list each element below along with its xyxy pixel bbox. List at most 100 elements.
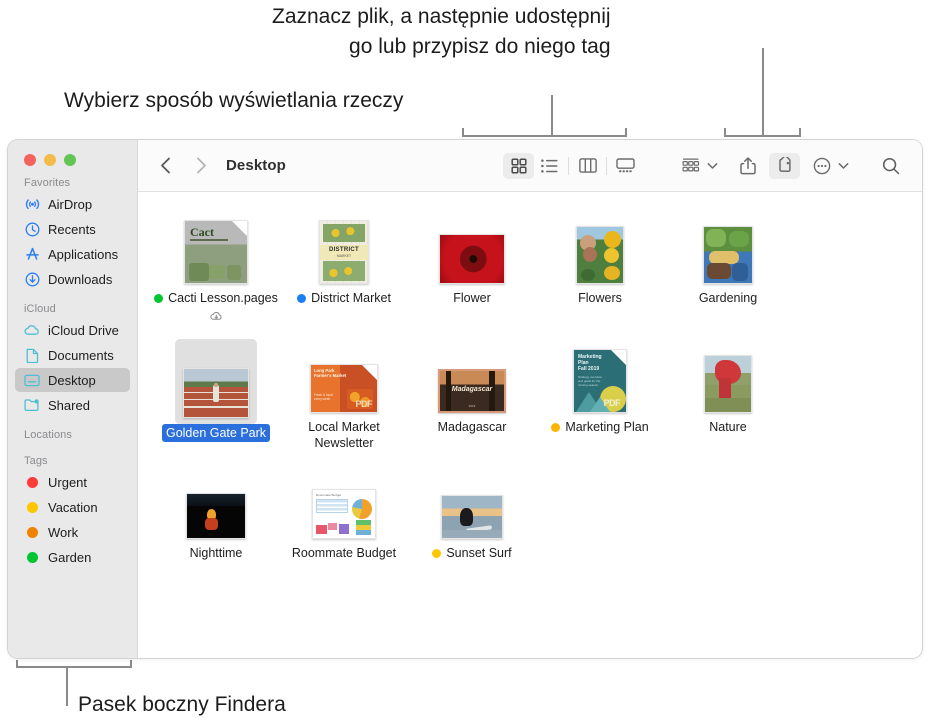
forward-button[interactable] [188, 153, 214, 179]
list-view-button[interactable] [534, 153, 565, 179]
file-name[interactable]: Flowers [578, 290, 622, 306]
column-view-button[interactable] [572, 153, 603, 179]
file-name[interactable]: Madagascar [438, 419, 507, 435]
group-by-button[interactable] [675, 153, 718, 179]
file-name-label: District Market [311, 291, 391, 305]
file-item[interactable]: DISTRICT MARKET District Market [280, 210, 408, 325]
leader-bottom-horizontal [16, 666, 132, 668]
zoom-button[interactable] [64, 154, 76, 166]
tags-button[interactable] [769, 152, 800, 179]
file-name-label: Flowers [578, 291, 622, 305]
close-button[interactable] [24, 154, 36, 166]
more-actions-button[interactable] [806, 153, 849, 179]
file-grid[interactable]: Cact Cacti Lesson.pages DISTRICT MARKET … [138, 192, 922, 658]
tag-dot-icon [24, 524, 40, 540]
sidebar-item-recents[interactable]: Recents [15, 217, 130, 241]
file-thumbnail[interactable] [703, 210, 753, 290]
sidebar-item-downloads[interactable]: Downloads [15, 267, 130, 291]
file-thumbnail[interactable]: Roommate Budget [312, 465, 376, 545]
minimize-button[interactable] [44, 154, 56, 166]
file-name-label: Nature [709, 420, 747, 434]
file-thumbnail[interactable]: Madagascar 2019 [438, 339, 506, 419]
icon-view-button[interactable] [503, 152, 534, 179]
sidebar-item-label: Applications [48, 246, 119, 262]
file-name[interactable]: Roommate Budget [292, 545, 396, 561]
sidebar-item-icloud-drive[interactable]: iCloud Drive [15, 318, 130, 342]
finder-toolbar: Desktop [138, 140, 922, 192]
sidebar-item-work[interactable]: Work [15, 520, 130, 544]
file-name-label: Roommate Budget [291, 546, 397, 560]
file-item[interactable]: Gardening [664, 210, 792, 325]
file-item[interactable]: Marketing Plan Fall 2019 Strategy overview… [536, 339, 664, 451]
sidebar-item-documents[interactable]: Documents [15, 343, 130, 367]
file-item[interactable]: Flower [408, 210, 536, 325]
sidebar-item-urgent[interactable]: Urgent [15, 470, 130, 494]
file-tag-dot-icon [551, 423, 561, 432]
file-thumbnail[interactable]: Marketing Plan Fall 2019 Strategy overview… [573, 339, 627, 419]
sidebar-item-label: Recents [48, 221, 96, 237]
file-item[interactable]: Madagascar 2019 Madagascar [408, 339, 536, 451]
file-name[interactable]: Flower [453, 290, 491, 306]
file-item[interactable]: Roommate Budget Roommate Budget [280, 465, 408, 561]
leader-bottom-vertical [66, 666, 68, 706]
file-thumbnail[interactable]: Cact [184, 210, 248, 290]
file-item[interactable]: Nature [664, 339, 792, 451]
file-item[interactable]: Golden Gate Park [152, 339, 280, 451]
sidebar-section-header-icloud: iCloud [24, 303, 56, 315]
sidebar-item-airdrop[interactable]: AirDrop [15, 192, 130, 216]
file-thumbnail[interactable] [439, 210, 505, 290]
path-title: Desktop [226, 157, 286, 174]
airdrop-icon [24, 196, 40, 212]
share-button[interactable] [732, 153, 763, 179]
gallery-view-button[interactable] [610, 153, 641, 179]
file-name[interactable]: Local Market Newsletter [282, 419, 406, 451]
file-tag-dot-icon [432, 549, 442, 558]
file-name-label: Local Market Newsletter [308, 420, 380, 450]
leader-bottom-tick-end [130, 660, 132, 668]
file-name[interactable]: Golden Gate Park [161, 424, 271, 442]
file-name[interactable]: Cacti Lesson.pages [154, 290, 278, 325]
sidebar-item-vacation[interactable]: Vacation [15, 495, 130, 519]
file-thumbnail[interactable] [186, 465, 246, 545]
file-name-label: Cacti Lesson.pages [168, 291, 278, 305]
file-item[interactable]: Nighttime [152, 465, 280, 561]
back-button[interactable] [152, 153, 178, 179]
file-name[interactable]: Marketing Plan [551, 419, 649, 435]
file-name[interactable]: Nighttime [190, 545, 243, 561]
file-thumbnail[interactable]: Long Park Farmer's Market Fresh & local ev… [310, 339, 378, 419]
file-name[interactable]: District Market [297, 290, 391, 306]
finder-main: Desktop Cact Cacti Lesson.pages DISTRICT… [138, 140, 922, 658]
file-name-label: Gardening [698, 291, 758, 305]
download-icon [24, 271, 40, 287]
file-item[interactable]: Flowers [536, 210, 664, 325]
file-item[interactable]: Long Park Farmer's Market Fresh & local ev… [280, 339, 408, 451]
file-name-label: Nighttime [189, 546, 243, 560]
icloud-download-icon[interactable] [209, 309, 223, 325]
leader-top-tick-end [799, 128, 801, 137]
sidebar-item-desktop[interactable]: Desktop [15, 368, 130, 392]
file-thumbnail[interactable] [441, 465, 503, 545]
callout-bottom-text: Pasek boczny Findera [78, 693, 286, 716]
file-tag-dot-icon [154, 294, 164, 303]
file-thumbnail[interactable]: DISTRICT MARKET [319, 210, 369, 290]
sidebar-section-header-tags: Tags [24, 455, 48, 467]
file-thumbnail[interactable] [175, 339, 257, 424]
file-name-label: Sunset Surf [446, 546, 512, 560]
file-thumbnail[interactable] [576, 210, 624, 290]
leader-bottom-tick-start [16, 660, 18, 668]
file-thumbnail[interactable] [704, 339, 752, 419]
file-name-label: Flower [453, 291, 491, 305]
leader-left-tick-start [462, 128, 464, 137]
file-name[interactable]: Nature [709, 419, 747, 435]
cloud-icon [24, 322, 40, 338]
callout-left-text: Wybierz sposób wyświetlania rzeczy [64, 89, 404, 112]
sidebar-item-label: Shared [48, 397, 90, 413]
file-name[interactable]: Sunset Surf [432, 545, 512, 561]
sidebar-item-garden[interactable]: Garden [15, 545, 130, 569]
file-item[interactable]: Cact Cacti Lesson.pages [152, 210, 280, 325]
sidebar-item-applications[interactable]: Applications [15, 242, 130, 266]
file-item[interactable]: Sunset Surf [408, 465, 536, 561]
file-name[interactable]: Gardening [699, 290, 757, 306]
search-button[interactable] [875, 153, 906, 179]
sidebar-item-shared[interactable]: Shared [15, 393, 130, 417]
